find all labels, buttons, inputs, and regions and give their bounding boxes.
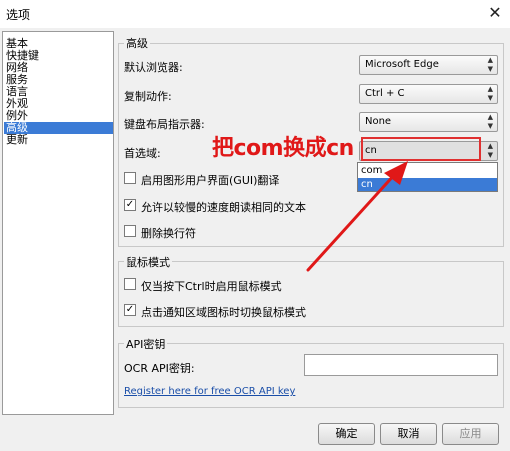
category-list[interactable]: 基本 快捷键 网络 服务 语言 外观 例外 高级 更新 bbox=[2, 31, 114, 415]
apply-button[interactable]: 应用 bbox=[442, 423, 499, 445]
register-ocr-link[interactable]: Register here for free OCR API key bbox=[124, 386, 295, 397]
copy-action-label: 复制动作: bbox=[124, 90, 172, 103]
ok-button[interactable]: 确定 bbox=[318, 423, 375, 445]
copy-action-value: Ctrl + C bbox=[365, 88, 405, 99]
keyboard-layout-select[interactable]: None ▲ ▼ bbox=[359, 112, 498, 132]
ctrl-mouse-mode-label: 仅当按下Ctrl时启用鼠标模式 bbox=[141, 280, 282, 293]
default-browser-label: 默认浏览器: bbox=[124, 61, 183, 74]
title-bar: 选项 ✕ bbox=[0, 0, 510, 28]
remove-linebreaks-label: 删除换行符 bbox=[141, 227, 196, 240]
copy-action-select[interactable]: Ctrl + C ▲ ▼ bbox=[359, 84, 498, 104]
updown-arrow-icon: ▲ ▼ bbox=[487, 56, 493, 73]
slow-reading-checkbox[interactable]: ✓ bbox=[124, 199, 136, 211]
ocr-api-key-input[interactable] bbox=[304, 354, 498, 376]
annotation-arrow bbox=[306, 161, 408, 272]
gui-translation-checkbox[interactable] bbox=[124, 172, 136, 184]
keyboard-layout-label: 键盘布局指示器: bbox=[124, 118, 205, 131]
cancel-button[interactable]: 取消 bbox=[380, 423, 437, 445]
sidebar-item-update[interactable]: 更新 bbox=[4, 134, 113, 146]
tray-toggle-mouse-label: 点击通知区域图标时切换鼠标模式 bbox=[141, 306, 306, 319]
updown-arrow-icon: ▲ ▼ bbox=[487, 142, 493, 159]
check-icon: ✓ bbox=[125, 304, 135, 315]
default-browser-value: Microsoft Edge bbox=[365, 59, 439, 70]
advanced-group-legend: 高级 bbox=[124, 35, 150, 51]
slow-reading-label: 允许以较慢的速度朗读相同的文本 bbox=[141, 201, 306, 214]
ocr-api-key-label: OCR API密钥: bbox=[124, 362, 195, 375]
updown-arrow-icon: ▲ ▼ bbox=[487, 85, 493, 102]
ctrl-mouse-mode-checkbox[interactable] bbox=[124, 278, 136, 290]
api-key-legend: API密钥 bbox=[124, 336, 168, 352]
preferred-domain-label: 首选域: bbox=[124, 147, 161, 160]
mouse-mode-legend: 鼠标模式 bbox=[124, 254, 172, 270]
tray-toggle-mouse-checkbox[interactable]: ✓ bbox=[124, 304, 136, 316]
check-icon: ✓ bbox=[125, 199, 135, 210]
remove-linebreaks-checkbox[interactable] bbox=[124, 225, 136, 237]
default-browser-select[interactable]: Microsoft Edge ▲ ▼ bbox=[359, 55, 498, 75]
window-title: 选项 bbox=[6, 8, 31, 22]
updown-arrow-icon: ▲ ▼ bbox=[487, 113, 493, 130]
close-icon[interactable]: ✕ bbox=[484, 2, 506, 24]
keyboard-layout-value: None bbox=[365, 116, 392, 127]
gui-translation-label: 启用图形用户界面(GUI)翻译 bbox=[141, 174, 280, 187]
